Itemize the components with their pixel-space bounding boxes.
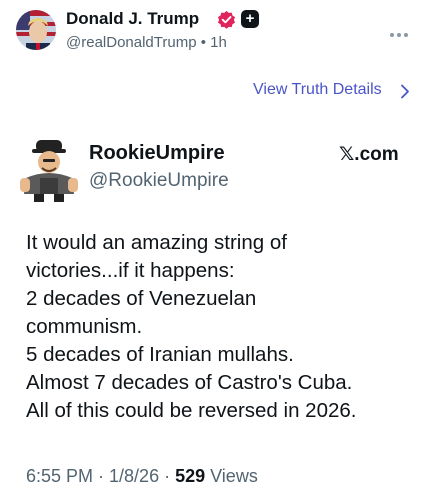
post-body-line: All of this could be reversed in 2026. xyxy=(26,399,357,422)
post-body-line: Almost 7 decades of Castro's Cuba. xyxy=(26,371,353,394)
embed-display-name[interactable]: RookieUmpire xyxy=(89,142,225,165)
display-name[interactable]: Donald J. Trump xyxy=(66,9,199,29)
post-meta: 6:55 PM · 1/8/26 · 529 Views xyxy=(26,466,258,487)
embed-handle[interactable]: @RookieUmpire xyxy=(89,170,229,192)
post-body-line: communism. xyxy=(26,315,143,338)
post-body-line: 5 decades of Iranian mullahs. xyxy=(26,343,294,366)
views-label: Views xyxy=(205,466,258,486)
avatar[interactable] xyxy=(16,10,56,50)
embedded-post-card[interactable]: RookieUmpire @RookieUmpire 𝕏.com It woul… xyxy=(0,118,430,500)
views-count: 529 xyxy=(175,466,206,486)
verified-badge-icon xyxy=(217,10,236,29)
embed-source-label: 𝕏.com xyxy=(339,144,399,165)
post-header: Donald J. Trump + @realDonaldTrump • 1h xyxy=(0,0,430,62)
post-body-line: victories...if it happens: xyxy=(26,259,235,282)
post-body-line: It would an amazing string of xyxy=(26,231,287,254)
post-body-line: 2 decades of Venezuelan xyxy=(26,287,257,310)
embed-avatar[interactable] xyxy=(18,138,80,204)
handle-and-time: @realDonaldTrump • 1h xyxy=(66,34,227,51)
plus-badge-icon: + xyxy=(241,10,259,28)
post-timestamp: 6:55 PM · 1/8/26 · xyxy=(26,466,176,486)
post-body: It would an amazing string of victories.… xyxy=(26,229,426,425)
chevron-right-icon[interactable] xyxy=(400,84,410,99)
view-truth-details-link[interactable]: View Truth Details xyxy=(253,81,382,99)
more-dots-icon[interactable] xyxy=(390,24,412,37)
